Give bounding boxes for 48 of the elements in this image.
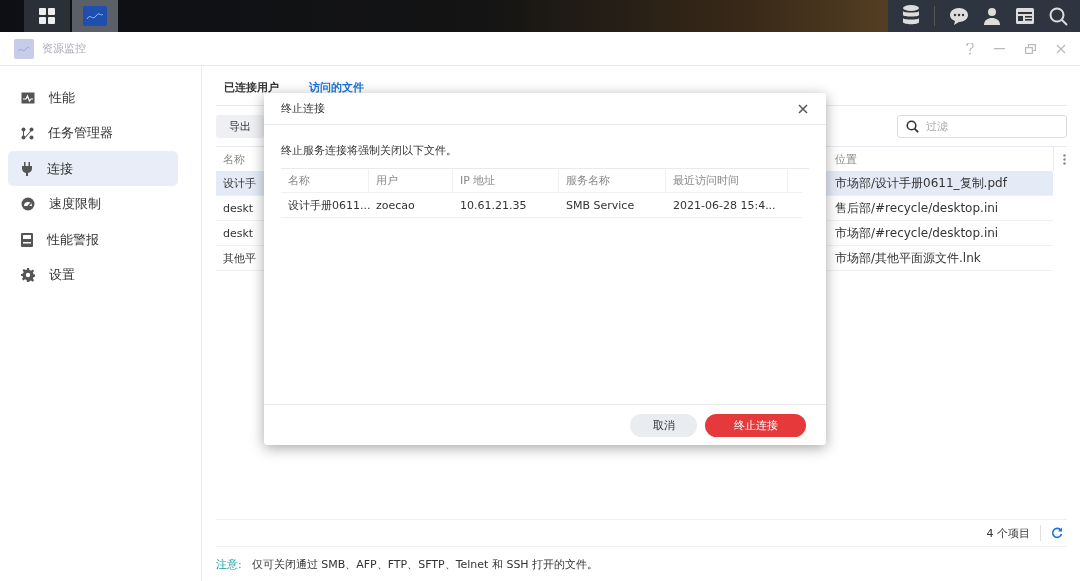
table-cell: 市场部/其他平面源文件.lnk [828, 246, 1053, 271]
note-label: 注意: [216, 556, 242, 572]
note-text: 仅可关闭通过 SMB、AFP、FTP、SFTP、Telnet 和 SSH 打开的文件。 [251, 556, 599, 572]
apps-grid-icon[interactable] [24, 0, 70, 32]
export-button[interactable]: 导出 [216, 114, 264, 138]
window-title: 资源监控 [42, 41, 87, 56]
chat-icon[interactable] [949, 7, 969, 25]
plug-icon [21, 161, 33, 176]
table-cell: SMB Service [559, 192, 666, 218]
column-header[interactable]: 用户 [369, 169, 453, 192]
cancel-button[interactable]: 取消 [630, 413, 697, 437]
table-cell: 市场部/设计手册0611_复制.pdf [828, 171, 1053, 196]
table-cell: 设计手册0611... [281, 192, 369, 218]
sidebar-item[interactable]: 连接 [8, 151, 178, 186]
table-cell: zoecao [369, 192, 453, 218]
widget-icon[interactable] [1015, 7, 1035, 25]
column-header[interactable]: IP 地址 [453, 169, 559, 192]
dialog-title: 终止连接 [281, 101, 325, 116]
document-icon [21, 232, 33, 247]
table-cell: 市场部/#recycle/desktop.ini [828, 221, 1053, 246]
nodes-icon [21, 126, 34, 140]
close-icon[interactable] [798, 103, 808, 114]
dialog-message: 终止服务连接将强制关闭以下文件。 [280, 143, 458, 159]
app-icon [14, 38, 34, 59]
tab[interactable]: 访问的文件 [301, 80, 364, 97]
sidebar-item[interactable]: 性能警报 [8, 222, 178, 257]
gauge-icon [21, 197, 35, 211]
refresh-icon[interactable] [1051, 527, 1063, 539]
column-header[interactable]: 最近访问时间 [666, 169, 788, 192]
table-cell: 2021-06-28 15:4... [666, 192, 788, 218]
search-icon[interactable] [1049, 6, 1068, 26]
column-header[interactable]: 位置 [828, 147, 1053, 171]
database-icon[interactable] [902, 5, 920, 27]
settings-icon [21, 268, 35, 282]
column-header[interactable]: 服务名称 [559, 169, 666, 192]
table-cell: 售后部/#recycle/desktop.ini [828, 196, 1053, 221]
chart-icon [21, 91, 35, 104]
tab[interactable]: 已连接用户 [216, 80, 279, 97]
item-count: 4 个项目 [986, 525, 1030, 541]
sidebar-item[interactable]: 设置 [8, 257, 178, 293]
disconnect-button[interactable]: 终止连接 [705, 413, 806, 437]
user-icon[interactable] [983, 7, 1001, 25]
sidebar-item[interactable]: 速度限制 [8, 186, 178, 222]
table-cell: 10.61.21.35 [453, 192, 559, 218]
sidebar-item[interactable]: 任务管理器 [8, 115, 178, 151]
column-header[interactable]: 名称 [281, 169, 369, 192]
filter-field[interactable]: 过滤 [897, 114, 1067, 138]
sidebar-item[interactable]: 性能 [8, 80, 178, 115]
